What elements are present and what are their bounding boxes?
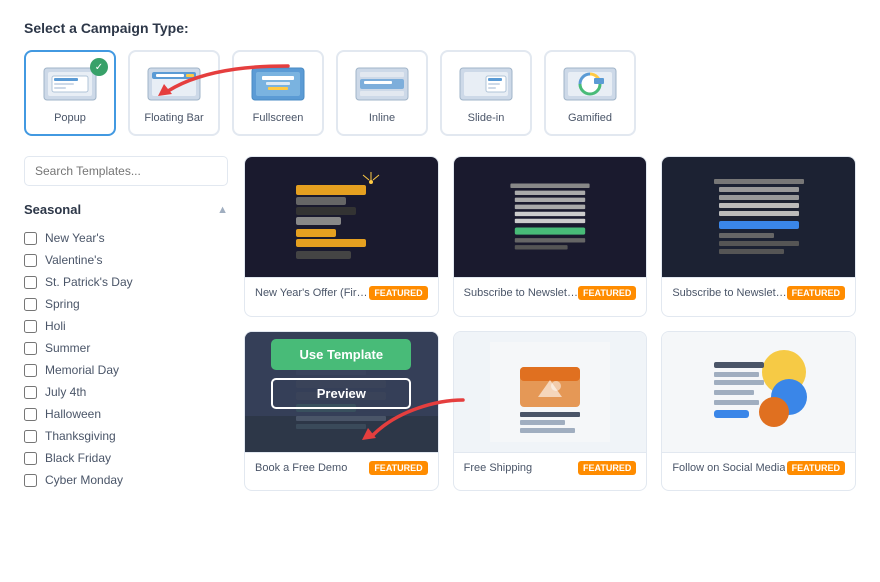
use-template-button[interactable]: Use Template [271,339,411,370]
slide-in-label: Slide-in [468,112,505,124]
sidebar-item-thanksgiving[interactable]: Thanksgiving [24,425,228,447]
template-footer-demo: Book a Free Demo FEATURED [245,452,438,483]
sidebar-item-halloween[interactable]: Halloween [24,403,228,425]
template-shipping[interactable]: Free Shipping FEATURED [453,331,648,492]
template-footer-newyear: New Year's Offer (Firewo... FEATURED [245,277,438,308]
sidebar-item-spring[interactable]: Spring [24,293,228,315]
sidebar-item-new-years[interactable]: New Year's [24,227,228,249]
main-area: Seasonal ▲ New Year's Valentine's St. Pa… [24,156,856,491]
chevron-up-icon: ▲ [217,204,228,216]
template-footer-shipping: Free Shipping FEATURED [454,452,647,483]
template-demo[interactable]: Use Template Preview Book a Free Demo FE… [244,331,439,492]
sidebar-item-label: Holi [45,319,66,333]
campaign-type-floating-bar[interactable]: Floating Bar [128,50,220,136]
seasonal-label: Seasonal [24,202,81,217]
sidebar-item-cyber-monday[interactable]: Cyber Monday [24,469,228,491]
floating-bar-label: Floating Bar [144,112,203,124]
sidebar-item-st-patricks[interactable]: St. Patrick's Day [24,271,228,293]
template-footer-social: Follow on Social Media FEATURED [662,452,855,483]
featured-badge-shipping: FEATURED [578,461,636,475]
template-footer-subscribe2: Subscribe to Newsletter ... FEATURED [662,277,855,308]
checkbox-black-friday[interactable] [24,452,37,465]
checkbox-spring[interactable] [24,298,37,311]
checkbox-valentines[interactable] [24,254,37,267]
checkbox-holi[interactable] [24,320,37,333]
sidebar-item-black-friday[interactable]: Black Friday [24,447,228,469]
template-name-shipping: Free Shipping [464,462,533,474]
sidebar-item-july-4th[interactable]: July 4th [24,381,228,403]
template-thumbnail-subscribe1 [454,157,647,277]
checkbox-new-years[interactable] [24,232,37,245]
preview-button[interactable]: Preview [271,378,411,409]
campaign-types-row: ✓ Popup Floating Bar [24,50,856,136]
checkbox-summer[interactable] [24,342,37,355]
template-subscribe2[interactable]: Subscribe to Newsletter ... FEATURED [661,156,856,317]
sidebar-item-label: Cyber Monday [45,473,123,487]
sidebar-item-label: Halloween [45,407,101,421]
sidebar-items-list: New Year's Valentine's St. Patrick's Day… [24,227,228,491]
template-newyear[interactable]: New Year's Offer (Firewo... FEATURED [244,156,439,317]
template-name-subscribe2: Subscribe to Newsletter ... [672,287,786,299]
template-name-subscribe1: Subscribe to Newsletter ... [464,287,578,299]
checkbox-halloween[interactable] [24,408,37,421]
sidebar: Seasonal ▲ New Year's Valentine's St. Pa… [24,156,244,491]
section-title: Select a Campaign Type: [24,20,856,36]
template-thumbnail-social [662,332,855,452]
campaign-type-fullscreen[interactable]: Fullscreen [232,50,324,136]
sidebar-item-label: Valentine's [45,253,102,267]
template-name-demo: Book a Free Demo [255,462,347,474]
search-input[interactable] [24,156,228,186]
fullscreen-icon [248,62,308,106]
seasonal-section-header[interactable]: Seasonal ▲ [24,202,228,217]
template-thumbnail-demo: Use Template Preview [245,332,438,452]
template-thumbnail-newyear [245,157,438,277]
checkbox-memorial-day[interactable] [24,364,37,377]
featured-badge-demo: FEATURED [369,461,427,475]
gamified-label: Gamified [568,112,612,124]
floating-bar-icon [144,62,204,106]
checkbox-thanksgiving[interactable] [24,430,37,443]
sidebar-item-label: Spring [45,297,80,311]
featured-badge-social: FEATURED [787,461,845,475]
sidebar-item-label: Thanksgiving [45,429,116,443]
sidebar-item-label: New Year's [45,231,105,245]
template-name-social: Follow on Social Media [672,462,785,474]
template-demo-overlay: Use Template Preview [245,332,438,416]
templates-grid: New Year's Offer (Firewo... FEATURED [244,156,856,491]
template-thumbnail-subscribe2 [662,157,855,277]
featured-badge-subscribe1: FEATURED [578,286,636,300]
inline-icon [352,62,412,106]
campaign-type-slide-in[interactable]: Slide-in [440,50,532,136]
campaign-type-popup[interactable]: ✓ Popup [24,50,116,136]
sidebar-item-label: Summer [45,341,90,355]
inline-label: Inline [369,112,395,124]
fullscreen-label: Fullscreen [253,112,304,124]
template-subscribe1[interactable]: Subscribe to Newsletter ... FEATURED [453,156,648,317]
template-name-newyear: New Year's Offer (Firewo... [255,287,369,299]
checkbox-st-patricks[interactable] [24,276,37,289]
sidebar-item-label: Memorial Day [45,363,119,377]
selected-check-icon: ✓ [90,58,108,76]
sidebar-item-memorial-day[interactable]: Memorial Day [24,359,228,381]
featured-badge-newyear: FEATURED [369,286,427,300]
template-footer-subscribe1: Subscribe to Newsletter ... FEATURED [454,277,647,308]
sidebar-item-label: Black Friday [45,451,111,465]
sidebar-item-summer[interactable]: Summer [24,337,228,359]
sidebar-item-label: St. Patrick's Day [45,275,133,289]
template-social[interactable]: Follow on Social Media FEATURED [661,331,856,492]
campaign-type-inline[interactable]: Inline [336,50,428,136]
checkbox-cyber-monday[interactable] [24,474,37,487]
checkbox-july-4th[interactable] [24,386,37,399]
featured-badge-subscribe2: FEATURED [787,286,845,300]
sidebar-item-valentines[interactable]: Valentine's [24,249,228,271]
gamified-icon [560,62,620,106]
sidebar-item-holi[interactable]: Holi [24,315,228,337]
template-thumbnail-shipping [454,332,647,452]
popup-label: Popup [54,112,86,124]
campaign-type-gamified[interactable]: Gamified [544,50,636,136]
slide-in-icon [456,62,516,106]
sidebar-item-label: July 4th [45,385,86,399]
